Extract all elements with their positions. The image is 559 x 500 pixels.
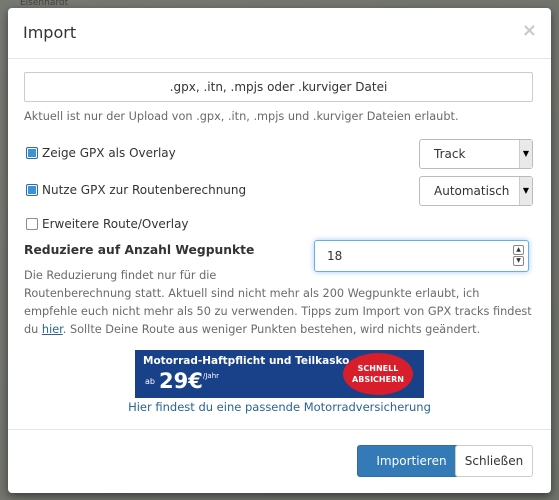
badge-line2: ABSICHERN — [352, 375, 404, 384]
overlay-select-value: Track — [434, 147, 466, 161]
routing-checkbox-row[interactable]: Nutze GPX zur Routenberechnung — [26, 183, 246, 197]
spinner-up-icon[interactable]: ▲ — [513, 245, 524, 255]
overlay-select[interactable]: Track ▼ — [419, 139, 533, 169]
dialog-footer: Importieren Schließen — [8, 429, 551, 493]
close-icon[interactable]: × — [522, 20, 537, 41]
badge-line1: SCHNELL — [357, 364, 399, 373]
import-button[interactable]: Importieren — [357, 445, 466, 477]
banner-per-year: /Jahr — [203, 372, 220, 380]
overlay-checkbox[interactable] — [26, 147, 38, 159]
reduce-help-prefix: du — [24, 323, 42, 336]
dialog-header: Import × — [8, 8, 551, 59]
spinner-down-icon[interactable]: ▼ — [513, 256, 524, 266]
extended-checkbox[interactable] — [26, 218, 38, 230]
insurance-link[interactable]: Hier findest du eine passende Motorradve… — [8, 400, 551, 414]
banner-title: Motorrad-Haftpflicht und Teilkasko — [143, 355, 350, 367]
file-input[interactable]: .gpx, .itn, .mpjs oder .kurviger Datei — [24, 72, 533, 102]
chevron-down-icon: ▼ — [519, 140, 532, 168]
dialog-title: Import — [23, 23, 77, 42]
number-spinner[interactable]: ▲ ▼ — [513, 245, 524, 267]
routing-checkbox-label: Nutze GPX zur Routenberechnung — [42, 183, 247, 197]
extended-checkbox-label: Erweitere Route/Overlay — [42, 217, 189, 231]
reduce-help-line4: du hier. Sollte Deine Route aus weniger … — [24, 321, 480, 339]
routing-select-value: Automatisch — [434, 184, 510, 198]
banner-badge: SCHNELL ABSICHERN — [343, 353, 413, 395]
gpx-tips-link[interactable]: hier — [42, 323, 63, 336]
upload-help-text: Aktuell ist nur der Upload von .gpx, .it… — [24, 110, 459, 123]
banner-ab: ab — [145, 377, 155, 386]
extended-checkbox-row[interactable]: Erweitere Route/Overlay — [26, 217, 189, 231]
overlay-checkbox-row[interactable]: Zeige GPX als Overlay — [26, 146, 176, 160]
close-button[interactable]: Schließen — [455, 445, 533, 477]
reduce-help-suffix: . Sollte Deine Route aus weniger Punkten… — [62, 323, 481, 336]
reduce-help-line3: empfehle euch nicht mehr als 50 zu verwe… — [24, 305, 532, 318]
reduce-help-line1: Die Reduzierung findet nur für die — [24, 269, 217, 282]
import-dialog: Import × .gpx, .itn, .mpjs oder .kurvige… — [8, 8, 551, 493]
waypoint-count-value: 18 — [327, 249, 343, 263]
reduce-label: Reduziere auf Anzahl Wegpunkte — [24, 243, 255, 257]
chevron-down-icon: ▼ — [519, 177, 532, 205]
waypoint-count-input[interactable]: 18 ▲ ▼ — [314, 240, 529, 272]
reduce-help-line2: Routenberechnung statt. Aktuell sind nic… — [24, 287, 480, 300]
insurance-banner[interactable]: Motorrad-Haftpflicht und Teilkasko ab 29… — [135, 350, 424, 398]
banner-price: 29€ — [159, 369, 203, 393]
overlay-checkbox-label: Zeige GPX als Overlay — [42, 146, 176, 160]
routing-select[interactable]: Automatisch ▼ — [419, 176, 533, 206]
routing-checkbox[interactable] — [26, 184, 38, 196]
